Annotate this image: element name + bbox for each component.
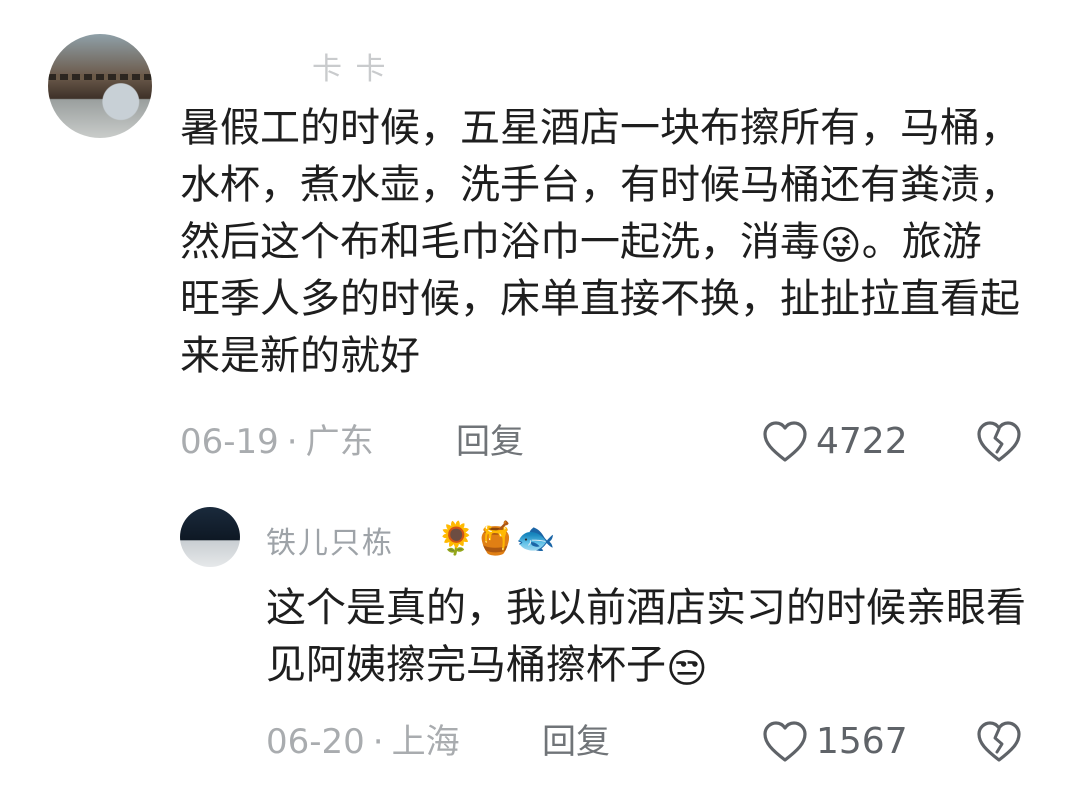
heart-outline-icon (763, 421, 807, 462)
reply-avatar[interactable] (180, 507, 240, 567)
dislike-button[interactable] (976, 420, 1022, 468)
reply-dislike-button[interactable] (976, 720, 1022, 768)
unamused-emoji-icon: 😒 (666, 646, 708, 692)
wink-tongue-emoji-icon: 😜 (820, 223, 862, 269)
comment-date: 06-19 (180, 422, 279, 462)
comment-text: 暑假工的时候，五星酒店一块布擦所有，马桶，水杯，煮水壶，洗手台，有时候马桶还有粪… (180, 100, 1020, 385)
avatar[interactable] (48, 34, 152, 138)
reply-like-count: 1567 (816, 721, 908, 762)
comment-location: 广东 (305, 422, 374, 462)
meta-separator: · (372, 722, 384, 762)
reply-username[interactable]: 铁儿只栋 (266, 518, 394, 562)
broken-heart-icon (977, 721, 1021, 762)
like-button[interactable]: 4722 (762, 420, 908, 464)
reply-date: 06-20 (266, 722, 365, 762)
username[interactable]: 卡 卡 (312, 44, 388, 88)
like-count: 4722 (816, 421, 908, 462)
reply-meta: 06-20 · 上海 (266, 720, 460, 764)
reply-text-part: 这个是真的，我以前酒店实习的时候亲眼看见阿姨擦完马桶擦杯子 (266, 585, 1026, 688)
broken-heart-icon (977, 421, 1021, 462)
avatar-photo-detail (48, 74, 152, 80)
reply-text: 这个是真的，我以前酒店实习的时候亲眼看见阿姨擦完马桶擦杯子😒 (266, 580, 1046, 694)
reply-location: 上海 (391, 722, 460, 762)
username-emoji-icons: 🌻🍯🐟 (436, 519, 556, 557)
comment-meta: 06-19 · 广东 (180, 420, 374, 464)
reply-button[interactable]: 回复 (456, 420, 524, 464)
reply-like-button[interactable]: 1567 (762, 720, 908, 764)
heart-outline-icon (763, 721, 807, 762)
reply-reply-button[interactable]: 回复 (542, 720, 610, 764)
meta-separator: · (286, 422, 298, 462)
